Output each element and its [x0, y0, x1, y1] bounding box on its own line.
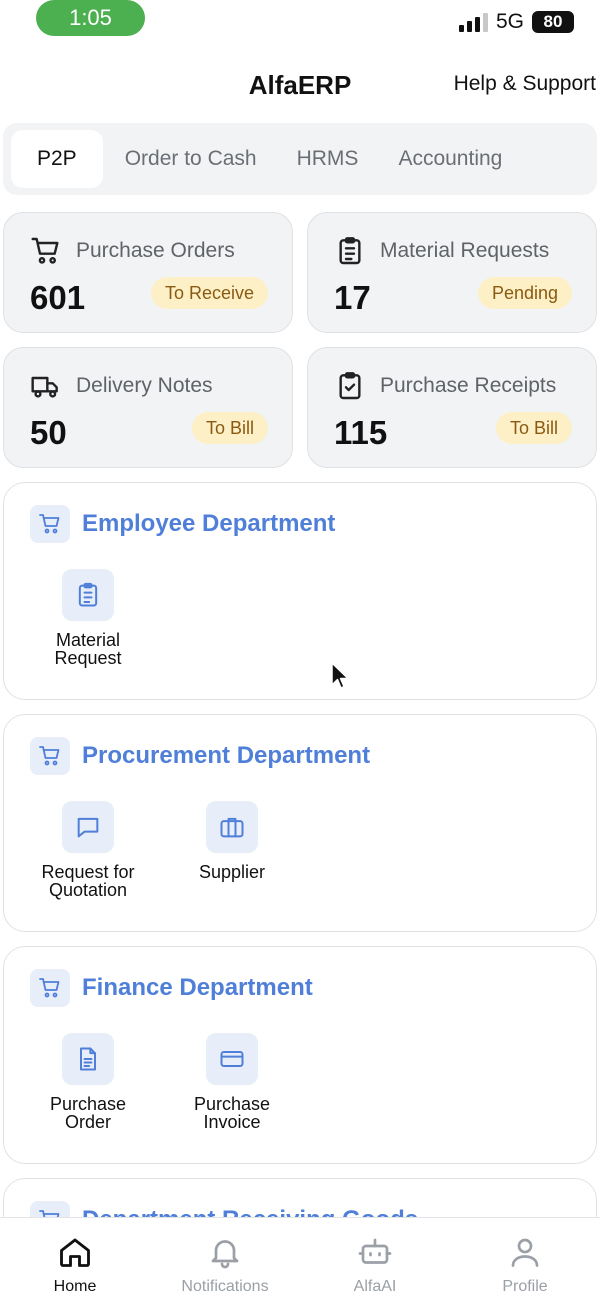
- status-time: 1:05: [36, 0, 145, 36]
- shortcut-label: Material Request: [54, 631, 121, 667]
- document-icon: [62, 1033, 114, 1085]
- module-tabs: P2P Order to Cash HRMS Accounting: [3, 123, 597, 195]
- dept-title: Procurement Department: [82, 742, 371, 769]
- stat-label: Delivery Notes: [76, 374, 213, 397]
- dept-card-employee: Employee Department Material Request: [3, 482, 597, 700]
- dept-header: Employee Department: [30, 505, 335, 543]
- tab-accounting[interactable]: Accounting: [380, 130, 520, 188]
- cart-icon: [31, 237, 59, 264]
- robot-icon: [358, 1238, 392, 1264]
- dept-card-finance: Finance Department Purchase Order Purcha…: [3, 946, 597, 1164]
- nav-profile[interactable]: Profile: [450, 1218, 600, 1300]
- battery-icon: 80: [532, 11, 574, 33]
- status-bar: 1:05 5G 80: [0, 0, 600, 48]
- app-header: AlfaERP Help & Support: [0, 62, 600, 108]
- nav-alfaai[interactable]: AlfaAI: [300, 1218, 450, 1300]
- dept-items: Purchase Order Purchase Invoice: [30, 1033, 318, 1131]
- stat-card-material-requests[interactable]: Material Requests 17 Pending: [307, 212, 597, 333]
- shortcut-label: Request for Quotation: [41, 863, 134, 899]
- purchase-order-shortcut[interactable]: Purchase Order: [30, 1033, 146, 1131]
- signal-icon: [458, 12, 488, 32]
- mouse-cursor-icon: [331, 662, 349, 689]
- request-for-quotation-shortcut[interactable]: Request for Quotation: [30, 801, 146, 899]
- shortcut-label: Purchase Invoice: [194, 1095, 270, 1131]
- label-line: Purchase: [193, 1094, 271, 1114]
- user-icon: [511, 1238, 539, 1267]
- dept-title: Finance Department: [82, 974, 313, 1001]
- material-request-shortcut[interactable]: Material Request: [30, 569, 146, 667]
- bottom-nav: Home Notifications AlfaAI Profile: [0, 1217, 600, 1300]
- status-indicators: 5G 80: [458, 10, 574, 34]
- truck-icon: [31, 376, 58, 398]
- stat-value: 601: [30, 279, 86, 316]
- status-badge: To Bill: [191, 412, 268, 444]
- label-line: Quotation: [48, 880, 128, 900]
- label-line: Supplier: [198, 862, 266, 882]
- clipboard-list-icon: [339, 237, 361, 265]
- shortcut-label: Purchase Order: [50, 1095, 126, 1131]
- stat-label: Purchase Orders: [76, 239, 235, 262]
- dept-items: Material Request: [30, 569, 174, 667]
- cart-icon: [30, 969, 70, 1007]
- tab-p2p[interactable]: P2P: [11, 130, 103, 188]
- nav-label: Notifications: [181, 1278, 269, 1295]
- home-icon: [60, 1238, 90, 1267]
- stat-card-purchase-orders[interactable]: Purchase Orders 601 To Receive: [3, 212, 293, 333]
- nav-label: Home: [53, 1278, 97, 1295]
- label-line: Purchase: [49, 1094, 127, 1114]
- stat-card-purchase-receipts[interactable]: Purchase Receipts 115 To Bill: [307, 347, 597, 468]
- clipboard-list-icon: [62, 569, 114, 621]
- shortcut-label: Supplier: [199, 863, 265, 881]
- label-line: Invoice: [203, 1112, 261, 1132]
- nav-home[interactable]: Home: [0, 1218, 150, 1300]
- label-line: Request for: [41, 862, 135, 882]
- credit-card-icon: [206, 1033, 258, 1085]
- dept-header: Finance Department: [30, 969, 313, 1007]
- dept-card-procurement: Procurement Department Request for Quota…: [3, 714, 597, 932]
- nav-label: AlfaAI: [353, 1278, 397, 1295]
- stat-value: 17: [334, 279, 371, 316]
- stat-label: Purchase Receipts: [380, 374, 557, 397]
- tab-order-to-cash[interactable]: Order to Cash: [107, 130, 275, 188]
- status-badge: Pending: [477, 277, 572, 309]
- dept-title: Employee Department: [82, 510, 336, 537]
- stat-label: Material Requests: [380, 239, 550, 262]
- battery-level: 80: [543, 12, 563, 31]
- bell-icon: [211, 1240, 239, 1269]
- nav-notifications[interactable]: Notifications: [150, 1218, 300, 1300]
- dept-header: Procurement Department: [30, 737, 370, 775]
- network-type: 5G: [495, 10, 524, 33]
- cart-icon: [30, 505, 70, 543]
- stat-value: 115: [334, 414, 388, 451]
- nav-label: Profile: [502, 1278, 548, 1295]
- label-line: Material: [55, 630, 120, 650]
- help-support-link[interactable]: Help & Support: [454, 72, 596, 96]
- clipboard-check-icon: [339, 372, 361, 400]
- briefcase-icon: [206, 801, 258, 853]
- label-line: Order: [64, 1112, 111, 1132]
- dept-items: Request for Quotation Supplier: [30, 801, 318, 899]
- tab-hrms[interactable]: HRMS: [279, 130, 377, 188]
- chat-bubble-icon: [62, 801, 114, 853]
- supplier-shortcut[interactable]: Supplier: [174, 801, 290, 899]
- stat-card-delivery-notes[interactable]: Delivery Notes 50 To Bill: [3, 347, 293, 468]
- purchase-invoice-shortcut[interactable]: Purchase Invoice: [174, 1033, 290, 1131]
- status-badge: To Receive: [150, 277, 268, 309]
- label-line: Request: [54, 648, 122, 668]
- cart-icon: [30, 737, 70, 775]
- status-badge: To Bill: [495, 412, 572, 444]
- stat-value: 50: [30, 414, 67, 451]
